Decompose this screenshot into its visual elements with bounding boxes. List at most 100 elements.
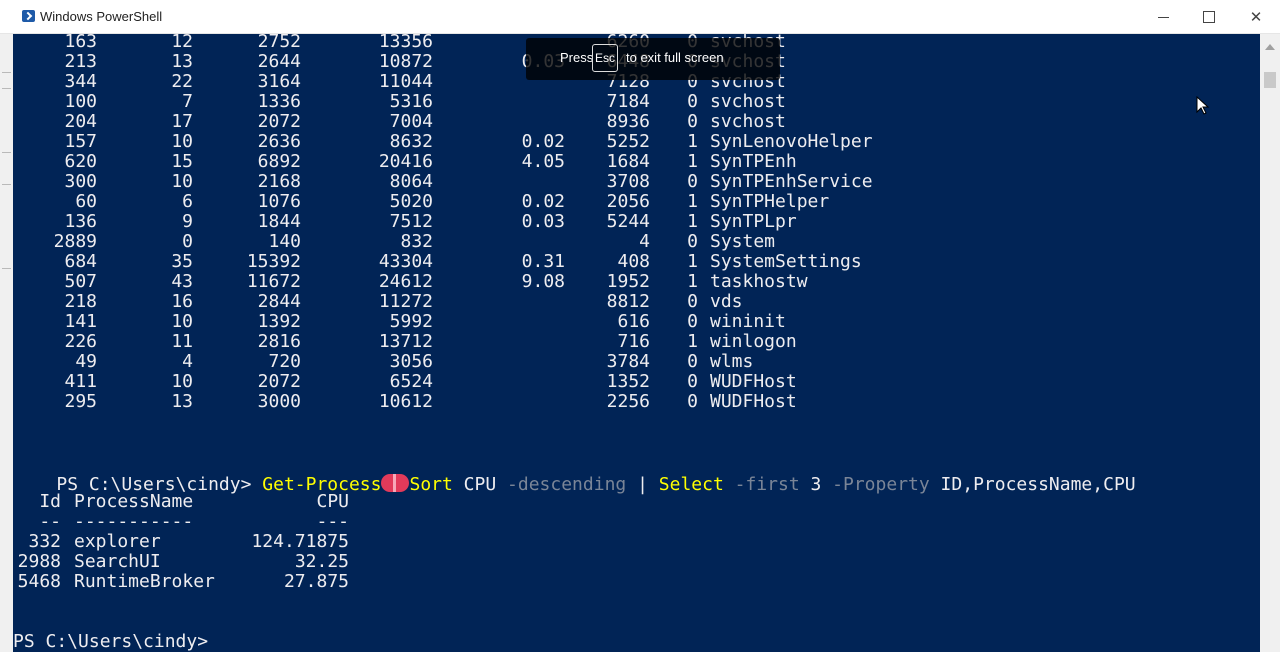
process-ws-cell: 8632 xyxy=(389,131,433,152)
pipe-separator: | xyxy=(626,474,659,495)
process-pm-cell: 720 xyxy=(268,351,301,372)
process-si-cell: 0 xyxy=(687,351,698,372)
process-id-cell: 5252 xyxy=(606,131,650,152)
gutter-tick xyxy=(2,72,11,73)
process-id-cell: 5244 xyxy=(606,211,650,232)
minimize-button[interactable] xyxy=(1140,0,1186,34)
result-cpu-cell: 27.875 xyxy=(283,571,349,592)
process-id-cell: 8936 xyxy=(606,111,650,132)
powershell-icon xyxy=(22,10,35,22)
process-id-cell: 2056 xyxy=(606,191,650,212)
process-handles-cell: 163 xyxy=(64,34,97,52)
process-handles-cell: 157 xyxy=(64,131,97,152)
process-pm-cell: 3164 xyxy=(257,71,301,92)
property-value: ID,ProcessName,CPU xyxy=(929,474,1136,495)
process-si-cell: 0 xyxy=(687,311,698,332)
process-id-cell: 7184 xyxy=(606,91,650,112)
process-pm-cell: 2752 xyxy=(257,34,301,52)
process-handles-cell: 2889 xyxy=(53,231,97,252)
process-npm-cell: 11 xyxy=(171,331,193,352)
process-name-cell: WUDFHost xyxy=(710,371,797,392)
final-prompt[interactable]: PS C:\Users\cindy> xyxy=(13,632,208,652)
process-ws-cell: 5316 xyxy=(389,91,433,112)
process-id-cell: 8812 xyxy=(606,291,650,312)
vertical-scrollbar[interactable] xyxy=(1260,34,1280,652)
process-pm-cell: 3000 xyxy=(257,391,301,412)
process-name-cell: winlogon xyxy=(710,331,797,352)
process-pm-cell: 2816 xyxy=(257,331,301,352)
process-id-cell: 716 xyxy=(617,331,650,352)
process-cpu-cell: 0.03 xyxy=(521,211,565,232)
process-handles-cell: 100 xyxy=(64,91,97,112)
process-id-cell: 2256 xyxy=(606,391,650,412)
process-ws-cell: 13712 xyxy=(378,331,433,352)
underline-id: -- xyxy=(39,511,61,532)
process-ws-cell: 20416 xyxy=(378,151,433,172)
process-name-cell: System xyxy=(710,231,776,252)
close-icon: ✕ xyxy=(1249,8,1263,26)
process-si-cell: 1 xyxy=(687,331,698,352)
sort-argument: CPU xyxy=(452,474,508,495)
underline-process-name: ----------- xyxy=(74,511,194,532)
process-cpu-cell: 0.02 xyxy=(521,131,565,152)
gutter-tick xyxy=(2,184,11,185)
process-name-cell: SynTPEnhService xyxy=(710,171,873,192)
result-underline-row: -- ----------- --- xyxy=(13,512,349,532)
process-ws-cell: 7512 xyxy=(389,211,433,232)
process-handles-cell: 507 xyxy=(64,271,97,292)
scrollbar-thumb[interactable] xyxy=(1264,72,1276,88)
process-id-cell: 408 xyxy=(617,251,650,272)
process-ws-cell: 10612 xyxy=(378,391,433,412)
scroll-up-arrow-icon[interactable] xyxy=(1265,44,1275,50)
process-handles-cell: 684 xyxy=(64,251,97,272)
process-si-cell: 0 xyxy=(687,91,698,112)
minimize-icon xyxy=(1158,17,1169,18)
process-handles-cell: 204 xyxy=(64,111,97,132)
process-si-cell: 1 xyxy=(687,251,698,272)
process-handles-cell: 620 xyxy=(64,151,97,172)
process-npm-cell: 17 xyxy=(171,111,193,132)
process-name-cell: wininit xyxy=(710,311,786,332)
process-ws-cell: 10872 xyxy=(378,51,433,72)
cmdlet-select: Select xyxy=(658,474,724,495)
process-ws-cell: 11272 xyxy=(378,291,433,312)
process-handles-cell: 300 xyxy=(64,171,97,192)
process-ws-cell: 6524 xyxy=(389,371,433,392)
process-name-cell: taskhostw xyxy=(710,271,808,292)
process-name-cell: SynTPLpr xyxy=(710,211,797,232)
process-npm-cell: 10 xyxy=(171,131,193,152)
process-id-cell: 1684 xyxy=(606,151,650,172)
process-ws-cell: 5020 xyxy=(389,191,433,212)
close-button[interactable]: ✕ xyxy=(1233,0,1279,34)
process-handles-cell: 226 xyxy=(64,331,97,352)
process-ws-cell: 13356 xyxy=(378,34,433,52)
process-si-cell: 1 xyxy=(687,131,698,152)
process-pm-cell: 11672 xyxy=(246,271,301,292)
process-pm-cell: 2072 xyxy=(257,371,301,392)
title-bar: Windows PowerShell ✕ xyxy=(0,0,1280,34)
process-handles-cell: 411 xyxy=(64,371,97,392)
process-cpu-cell: 4.05 xyxy=(521,151,565,172)
process-ws-cell: 5992 xyxy=(389,311,433,332)
process-pm-cell: 2844 xyxy=(257,291,301,312)
process-name-cell: svchost xyxy=(710,111,786,132)
process-ws-cell: 11044 xyxy=(378,71,433,92)
process-pm-cell: 15392 xyxy=(246,251,301,272)
underline-cpu: --- xyxy=(316,511,349,532)
maximize-button[interactable] xyxy=(1186,0,1232,34)
command-line[interactable]: PS C:\Users\cindy> Get-Process Sort CPU -… xyxy=(13,452,1136,495)
console-area[interactable]: 1631227521335662600svchost21313264410872… xyxy=(13,34,1260,652)
process-ws-cell: 24612 xyxy=(378,271,433,292)
process-npm-cell: 13 xyxy=(171,51,193,72)
process-handles-cell: 344 xyxy=(64,71,97,92)
process-si-cell: 1 xyxy=(687,151,698,172)
process-pm-cell: 140 xyxy=(268,231,301,252)
result-id-cell: 332 xyxy=(28,531,61,552)
left-gutter xyxy=(0,34,13,652)
hint-exit-text: to exit full screen xyxy=(626,50,724,65)
process-id-cell: 4 xyxy=(639,231,650,252)
process-ws-cell: 8064 xyxy=(389,171,433,192)
process-npm-cell: 7 xyxy=(182,91,193,112)
process-handles-cell: 141 xyxy=(64,311,97,332)
process-npm-cell: 22 xyxy=(171,71,193,92)
